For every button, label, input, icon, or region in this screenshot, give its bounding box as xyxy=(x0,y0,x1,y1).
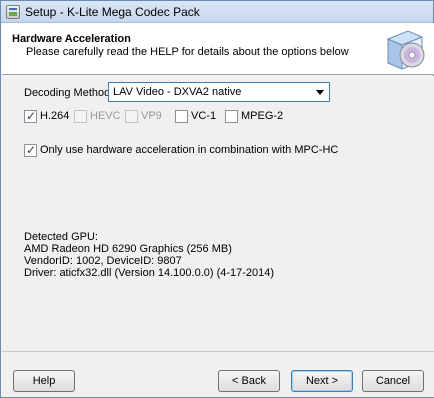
checkbox-vp9[interactable]: VP9 xyxy=(125,110,165,124)
cancel-button[interactable]: Cancel xyxy=(362,370,424,392)
page-subtitle: Please carefully read the HELP for detai… xyxy=(26,46,349,58)
decoding-method-select[interactable]: LAV Video - DXVA2 native xyxy=(108,82,330,102)
page-title: Hardware Acceleration xyxy=(12,33,131,45)
checkbox-label: Only use hardware acceleration in combin… xyxy=(40,144,339,156)
window-title: Setup - K-Lite Mega Codec Pack xyxy=(25,5,200,19)
checkbox-vc1[interactable]: VC-1 xyxy=(175,110,219,124)
checkbox-h264[interactable]: H.264 xyxy=(24,109,70,124)
back-button[interactable]: < Back xyxy=(218,370,280,392)
checkbox-label: HEVC xyxy=(90,110,121,122)
decoding-method-label: Decoding Method: xyxy=(24,87,114,99)
checkbox-label: VP9 xyxy=(141,110,162,122)
title-bar[interactable]: Setup - K-Lite Mega Codec Pack xyxy=(1,1,433,23)
checkbox-box[interactable] xyxy=(74,110,87,123)
next-button[interactable]: Next > xyxy=(291,370,353,392)
setup-app-icon xyxy=(6,5,20,19)
decoding-method-value: LAV Video - DXVA2 native xyxy=(113,86,242,98)
wizard-header: Hardware Acceleration Please carefully r… xyxy=(2,23,434,75)
chevron-down-icon[interactable] xyxy=(316,90,324,95)
checkbox-hevc[interactable]: HEVC xyxy=(74,110,122,124)
options-panel: Decoding Method: LAV Video - DXVA2 nativ… xyxy=(2,76,434,351)
codec-box-logo-icon xyxy=(386,30,425,70)
checkbox-box[interactable] xyxy=(225,110,238,123)
gpu-name: AMD Radeon HD 6290 Graphics (256 MB) xyxy=(24,243,232,255)
checkbox-box[interactable] xyxy=(125,110,138,123)
checkbox-mpeg2[interactable]: MPEG-2 xyxy=(225,110,284,124)
checkbox-box[interactable] xyxy=(24,109,37,123)
setup-window: Setup - K-Lite Mega Codec Pack Hardware … xyxy=(0,0,434,398)
help-button[interactable]: Help xyxy=(13,370,75,392)
gpu-driver: Driver: aticfx32.dll (Version 14.100.0.0… xyxy=(24,267,275,279)
checkbox-label: H.264 xyxy=(40,110,70,122)
gpu-heading: Detected GPU: xyxy=(24,231,98,243)
checkbox-label: MPEG-2 xyxy=(241,110,284,122)
wizard-footer: Help < Back Next > Cancel xyxy=(2,351,434,397)
gpu-ids: VendorID: 1002, DeviceID: 9807 xyxy=(24,255,182,267)
detected-gpu-info: Detected GPU: AMD Radeon HD 6290 Graphic… xyxy=(24,231,274,279)
checkbox-box[interactable] xyxy=(24,143,37,157)
checkbox-box[interactable] xyxy=(175,110,188,123)
checkbox-label: VC-1 xyxy=(191,110,217,122)
checkbox-mpc-hc-only[interactable]: Only use hardware acceleration in combin… xyxy=(24,143,338,158)
